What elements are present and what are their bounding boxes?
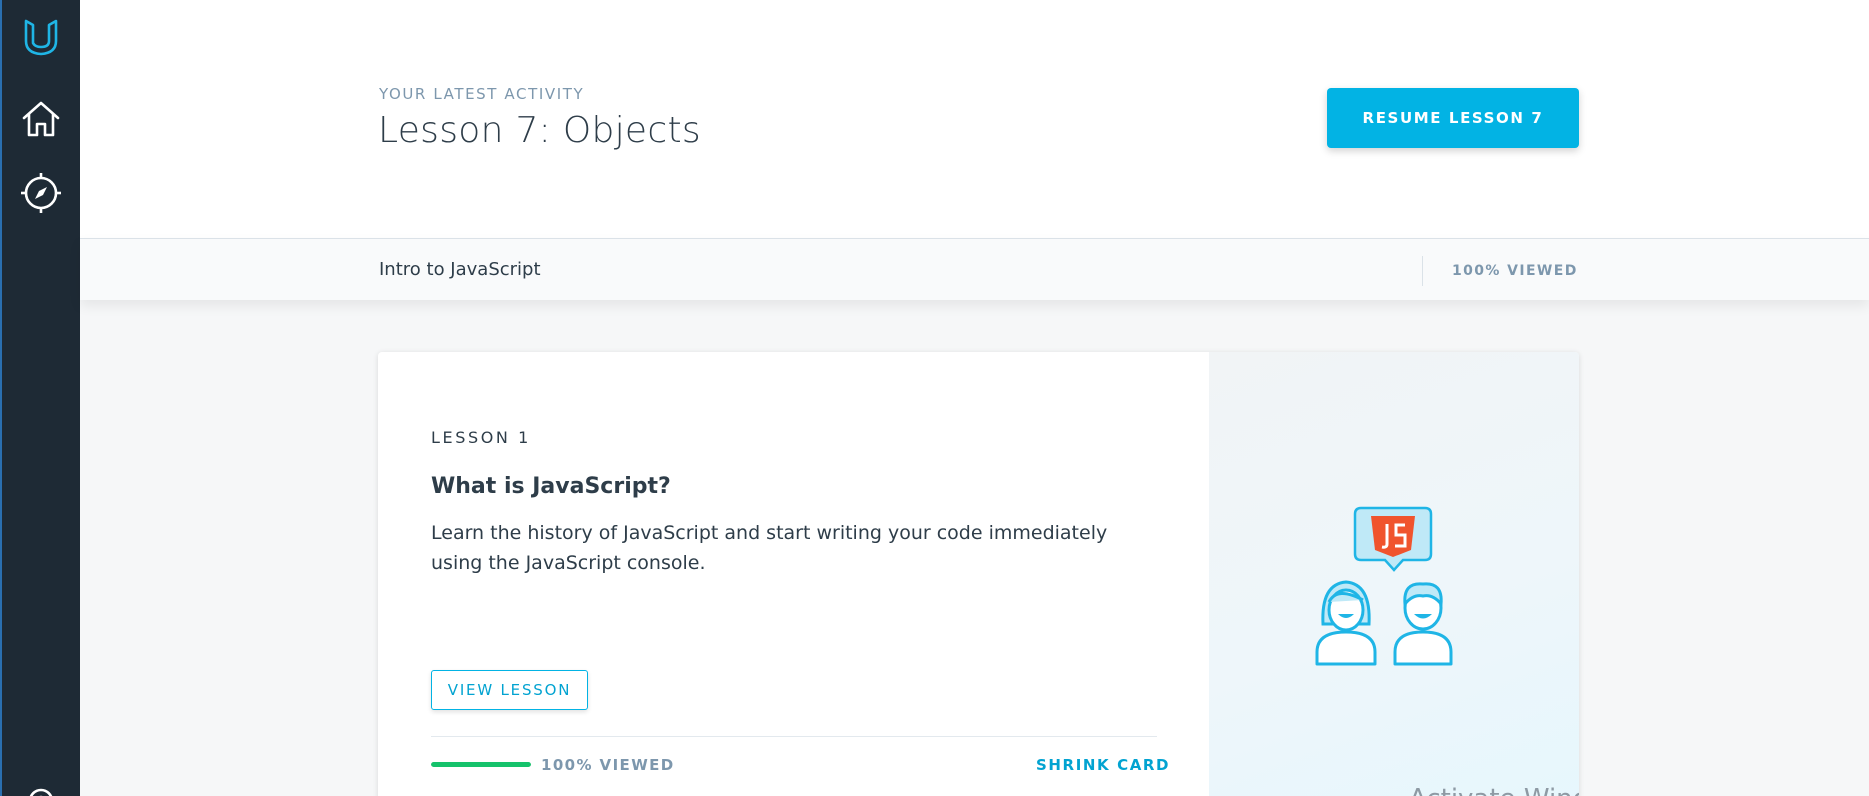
latest-activity-label: YOUR LATEST ACTIVITY (379, 85, 585, 103)
lesson-card: LESSON 1 What is JavaScript? Learn the h… (378, 352, 1579, 796)
page-title: Lesson 7: Objects (378, 110, 701, 151)
lesson-progress-fill (431, 762, 531, 767)
compass-icon[interactable] (18, 170, 64, 216)
home-icon[interactable] (18, 96, 64, 142)
gear-icon[interactable] (18, 778, 64, 796)
lesson-progress-bar (431, 762, 531, 767)
lesson-title: What is JavaScript? (431, 474, 671, 499)
shrink-card-link[interactable]: SHRINK CARD (1036, 756, 1170, 774)
divider (1422, 256, 1423, 286)
course-name: Intro to JavaScript (379, 259, 541, 280)
udacity-logo-icon[interactable] (18, 14, 64, 60)
lesson-progress-label: 100% VIEWED (541, 756, 675, 774)
lesson-number: LESSON 1 (431, 428, 531, 447)
os-watermark: Activate Windows (1409, 784, 1579, 796)
course-progress-label: 100% VIEWED (1452, 263, 1578, 279)
course-bar: Intro to JavaScript 100% VIEWED (80, 238, 1869, 300)
latest-activity-header: YOUR LATEST ACTIVITY Lesson 7: Objects R… (80, 0, 1869, 238)
lesson-description: Learn the history of JavaScript and star… (431, 522, 1108, 574)
lesson-illustration-panel: Activate Windows (1209, 352, 1579, 796)
resume-lesson-button[interactable]: RESUME LESSON 7 (1327, 88, 1579, 148)
sidebar (0, 0, 80, 796)
javascript-chat-people-icon (1309, 502, 1479, 672)
divider (431, 736, 1157, 737)
view-lesson-button[interactable]: VIEW LESSON (431, 670, 588, 710)
lesson-card-content: LESSON 1 What is JavaScript? Learn the h… (378, 352, 1209, 796)
